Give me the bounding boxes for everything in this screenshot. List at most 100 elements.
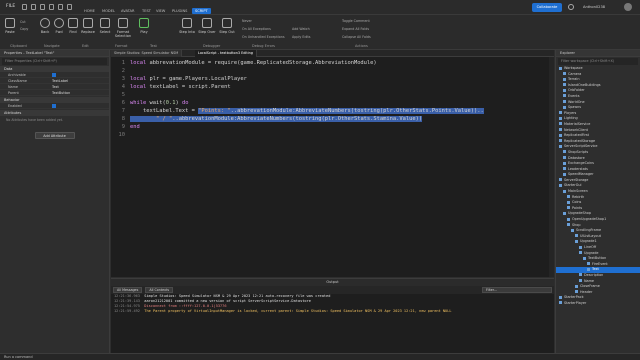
command-bar[interactable]: Run a command: [0, 353, 640, 360]
step-out-button[interactable]: Step Out: [218, 18, 236, 34]
line-number: 3: [121, 76, 125, 82]
line-number: 1: [121, 60, 125, 66]
properties-title: Properties - TextLabel "Text": [0, 50, 109, 57]
output-filter-input[interactable]: Filter...: [482, 287, 552, 293]
archivable-checkbox[interactable]: [52, 73, 56, 77]
tab-view[interactable]: VIEW: [156, 9, 165, 13]
paste-icon: [5, 18, 15, 28]
cut-button[interactable]: Cut: [20, 20, 26, 24]
instance-icon: [563, 150, 566, 154]
instance-icon: [575, 284, 578, 288]
file-menu[interactable]: FILE: [6, 4, 15, 9]
message-filter-dropdown[interactable]: All Messages: [113, 287, 143, 293]
editor-scrollbar[interactable]: [549, 57, 554, 277]
tab-localscript[interactable]: LocalScript - textbutton3 Editing: [195, 50, 257, 57]
tab-test[interactable]: TEST: [142, 9, 151, 13]
explorer-tree: Workspace Camera Terrain IslandOneBuildings…: [556, 66, 640, 307]
tab-plugins[interactable]: PLUGINS: [172, 9, 187, 13]
line-number: 7: [121, 108, 125, 114]
line-number: 9: [121, 124, 125, 130]
back-button[interactable]: Back: [38, 18, 52, 34]
tab-place[interactable]: Simple Studios: Speed Simulator NSM: [111, 50, 183, 57]
select-button[interactable]: Select: [98, 18, 112, 34]
step-over-button[interactable]: Step Over: [198, 18, 216, 34]
user-name[interactable]: Anthon0238: [583, 5, 605, 9]
collapse-all-folds-button[interactable]: Collapse All Folds: [342, 35, 371, 39]
instance-icon: [575, 234, 578, 238]
tab-script[interactable]: SCRIPT: [192, 8, 211, 14]
line-number: 10: [118, 132, 126, 138]
instance-icon: [587, 262, 590, 266]
avatar[interactable]: [624, 3, 632, 11]
group-test: Test: [150, 44, 157, 48]
undo-icon[interactable]: [31, 4, 36, 10]
enabled-checkbox[interactable]: [52, 104, 56, 108]
code-line: local plr = game.Players.LocalPlayer: [130, 76, 247, 82]
explorer-title: Explorer: [556, 50, 640, 57]
instance-icon: [559, 183, 562, 187]
collaborate-button[interactable]: Collaborate: [532, 3, 562, 12]
tab-model[interactable]: MODEL: [102, 9, 115, 13]
instance-icon: [563, 77, 566, 81]
explorer-filter-input[interactable]: Filter workspace (Ctrl+Shift+X): [558, 58, 638, 65]
instance-icon: [579, 273, 582, 277]
tab-home[interactable]: HOME: [84, 9, 95, 13]
output-toolbar: All Messages All Contexts Filter...: [111, 286, 554, 294]
instance-icon: [559, 295, 562, 299]
format-selection-button[interactable]: Format Selection: [112, 18, 134, 38]
expand-all-folds-button[interactable]: Expand All Folds: [342, 27, 369, 31]
back-arrow-icon: [40, 18, 50, 28]
instance-icon: [583, 256, 586, 260]
explorer-item[interactable]: StarterPlayer: [556, 301, 640, 307]
instance-icon: [559, 111, 562, 115]
instance-icon: [559, 128, 562, 132]
paste-button[interactable]: Paste: [3, 18, 17, 34]
redo-icon[interactable]: [40, 4, 45, 10]
instance-icon: [563, 167, 566, 171]
apply-edits-button[interactable]: Apply Edits: [292, 35, 310, 39]
select-icon: [100, 18, 110, 28]
forward-button[interactable]: Fwd: [52, 18, 66, 34]
instance-icon: [559, 139, 562, 143]
instance-icon: [567, 217, 570, 221]
save-icon[interactable]: [22, 4, 27, 10]
step-into-icon: [182, 18, 192, 28]
line-number: 5: [121, 92, 125, 98]
editor-tabs: Simple Studios: Speed Simulator NSM Loca…: [111, 50, 554, 57]
instance-icon: [563, 211, 566, 215]
toggle-comment-button[interactable]: Toggle Comment: [342, 19, 370, 23]
code-editor[interactable]: 1 2 3 4 5 6 7 8 9 10 local abbrevationMo…: [111, 57, 554, 277]
ribbon: Paste Cut Copy Back Fwd Find Replace Sel…: [0, 15, 640, 50]
never-option[interactable]: Never: [242, 19, 252, 23]
instance-icon: [567, 206, 570, 210]
play-button[interactable]: Play: [138, 18, 150, 34]
property-row[interactable]: Enabled: [0, 103, 109, 109]
share-icon[interactable]: [568, 4, 574, 10]
properties-filter-input[interactable]: Filter Properties (Ctrl+Shift+P): [2, 58, 107, 65]
publish-icon[interactable]: [67, 4, 72, 10]
step-into-button[interactable]: Step Into: [178, 18, 196, 34]
instance-icon: [579, 245, 582, 249]
line-number: 8: [121, 116, 125, 122]
instance-icon: [575, 290, 578, 294]
code-line: while wait(0.1) do: [130, 100, 189, 106]
copy-button[interactable]: Copy: [20, 27, 28, 31]
instance-icon: [563, 88, 566, 92]
instance-icon: [567, 200, 570, 204]
property-row[interactable]: Parent TextButton: [0, 90, 109, 96]
record-icon[interactable]: [58, 4, 63, 10]
forward-arrow-icon: [54, 18, 64, 28]
code-line: local abbrevationModule = require(game.R…: [130, 60, 377, 66]
add-attribute-button[interactable]: Add Attribute: [34, 132, 75, 139]
tab-avatar[interactable]: AVATAR: [121, 9, 135, 13]
context-filter-dropdown[interactable]: All Contexts: [145, 287, 174, 293]
line-number: 2: [121, 68, 125, 74]
replace-button[interactable]: Replace: [80, 18, 96, 34]
on-all-exceptions-option[interactable]: On All Exceptions: [242, 27, 271, 31]
find-button[interactable]: Find: [66, 18, 80, 34]
screenshot-icon[interactable]: [49, 4, 54, 10]
add-watch-button[interactable]: Add Watch: [292, 27, 310, 31]
on-unhandled-exceptions-option[interactable]: On Unhandled Exceptions: [242, 35, 285, 39]
explorer-panel: Explorer Filter workspace (Ctrl+Shift+X)…: [555, 50, 640, 353]
instance-icon: [579, 279, 582, 283]
